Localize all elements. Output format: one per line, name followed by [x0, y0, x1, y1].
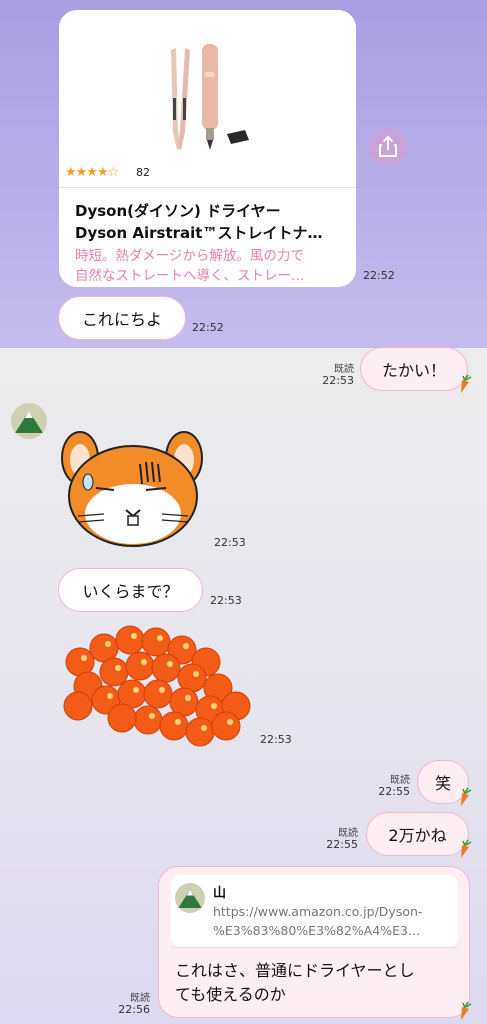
quote-url-line1: https://www.amazon.co.jp/Dyson-	[213, 904, 423, 919]
rating-stars: ★★★★☆	[65, 165, 119, 180]
reply-message-bubble[interactable]: 山 https://www.amazon.co.jp/Dyson- %E3%83…	[158, 866, 470, 1018]
message-bubble[interactable]: 2万かね	[366, 812, 469, 856]
message-time: 22:52	[192, 321, 224, 334]
message-time: 22:53	[322, 374, 354, 387]
rating-count: 82	[136, 166, 150, 179]
carrot-icon	[461, 787, 472, 806]
reply-text: これはさ、普通にドライヤーとし ても使えるのか	[175, 959, 460, 1007]
product-title-line1: Dyson(ダイソン) ドライヤー	[75, 202, 281, 220]
read-receipt: 既読	[130, 993, 150, 1004]
product-link-card[interactable]: ★★★★☆ 82 Dyson(ダイソン) ドライヤー Dyson Airstra…	[59, 10, 356, 287]
share-icon	[379, 135, 397, 157]
card-divider	[59, 187, 356, 188]
quote-avatar	[175, 883, 205, 913]
product-title-line2: Dyson Airstrait™ストレイトナ…	[75, 224, 323, 242]
avatar[interactable]	[11, 403, 47, 439]
share-button[interactable]	[369, 128, 407, 166]
carrot-icon	[461, 839, 472, 858]
quoted-message[interactable]: 山 https://www.amazon.co.jp/Dyson- %E3%83…	[171, 875, 458, 947]
mountain-avatar-icon	[15, 411, 43, 433]
read-receipt: 既読	[334, 364, 354, 375]
reply-text-line1: これはさ、普通にドライヤーとし	[175, 961, 415, 980]
message-time: 22:55	[378, 785, 410, 798]
reply-text-line2: ても使えるのか	[175, 985, 286, 1004]
message-time: 22:56	[118, 1003, 150, 1016]
message-time: 22:53	[214, 536, 246, 549]
message-bubble[interactable]: いくらまで？	[58, 568, 203, 612]
quote-divider	[171, 947, 458, 948]
message-time: 22:53	[260, 733, 292, 746]
salmon-roe-sticker[interactable]	[58, 622, 254, 752]
product-desc-line2: 自然なストレートへ導く、ストレー…	[75, 268, 305, 284]
carrot-icon	[461, 1001, 472, 1020]
message-time: 22:55	[326, 838, 358, 851]
message-time: 22:53	[210, 594, 242, 607]
message-bubble[interactable]: これにちよ	[58, 296, 186, 340]
quote-url-line2: %E3%83%80%E3%82%A4%E3…	[213, 923, 421, 938]
product-desc-line1: 時短。熱ダメージから解放。風の力で	[75, 248, 304, 264]
message-bubble[interactable]: たかい！	[360, 347, 468, 391]
product-image	[59, 10, 356, 186]
mountain-avatar-icon	[178, 889, 202, 908]
read-receipt: 既読	[338, 828, 358, 839]
read-receipt: 既読	[390, 775, 410, 786]
message-time: 22:52	[363, 269, 395, 282]
carrot-icon	[461, 374, 472, 393]
quote-author: 山	[213, 886, 227, 901]
hamster-sweat-sticker[interactable]	[56, 418, 211, 550]
